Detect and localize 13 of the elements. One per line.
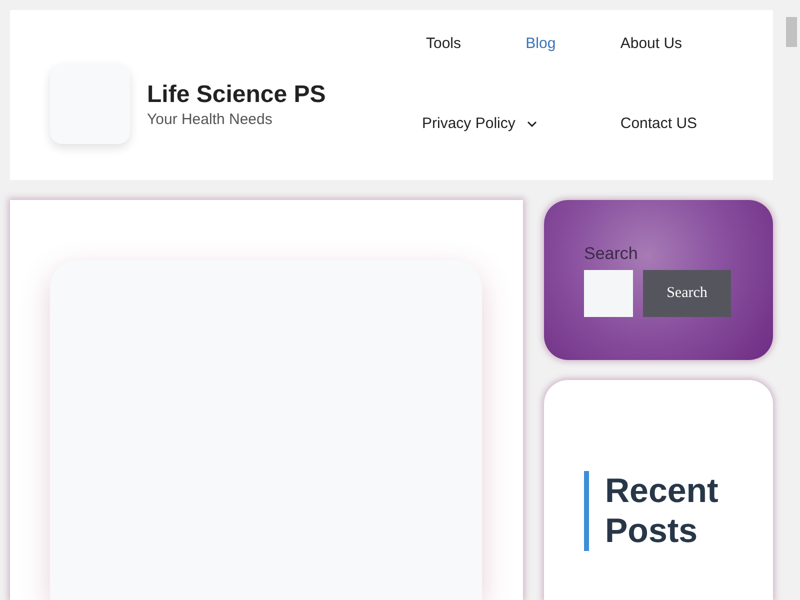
nav-link[interactable]: Contact US [599,115,732,133]
nav-link[interactable]: Blog [504,35,600,53]
nav-link[interactable]: Tools [405,35,505,53]
search-label: Search [584,244,639,264]
nav-link[interactable]: About Us [599,35,732,53]
search-button[interactable]: Search [643,270,731,317]
nav-link[interactable]: Privacy Policy [405,115,600,133]
site-tagline: Your Health Needs [147,110,274,128]
recent-posts-heading: Recent Posts [584,471,745,551]
chevron-down-icon [527,121,538,127]
search-field[interactable] [584,270,633,317]
logo[interactable] [50,64,130,144]
site-title: Life Science PS [147,80,326,108]
